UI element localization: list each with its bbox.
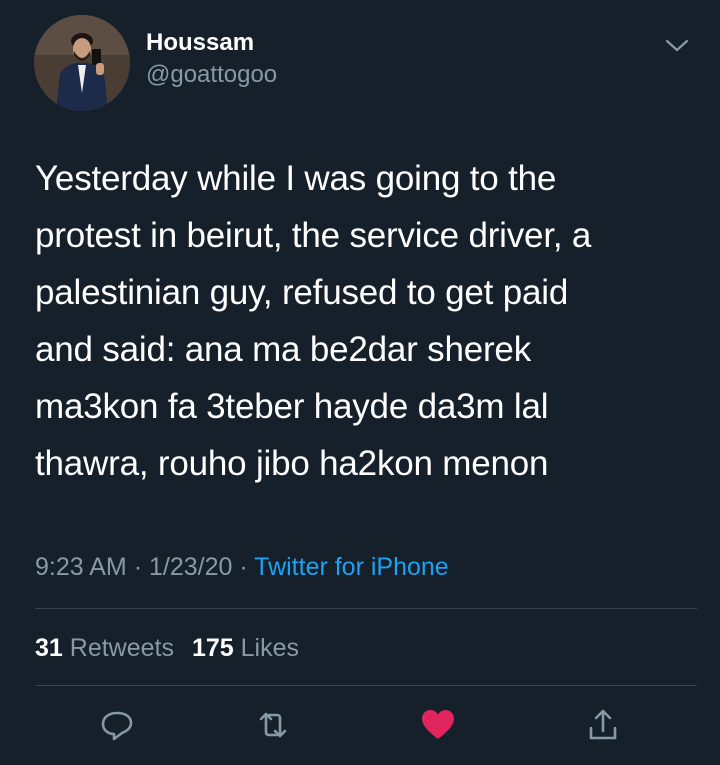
tweet-text-line: thawra, rouho jibo ha2kon menon [35,444,549,483]
action-bar [0,700,720,750]
tweet-text-line: and said: ana ma be2dar sherek [35,330,531,369]
display-name[interactable]: Houssam [146,28,277,58]
tweet-text-line: protest in beirut, the service driver, a [35,216,592,255]
tweet-date[interactable]: 1/23/20 [149,553,232,581]
tweet-time[interactable]: 9:23 AM [35,553,127,581]
tweet-source-link[interactable]: Twitter for iPhone [254,553,449,581]
heart-icon[interactable] [418,705,458,745]
tweet-stats: 31 Retweets 175 Likes [35,631,299,665]
tweet-card: Houssam @goattogoo Yesterday while I was… [0,0,720,765]
retweets-stat[interactable]: 31 Retweets [35,634,174,662]
retweet-icon[interactable] [253,705,293,745]
meta-separator: · [133,553,143,581]
retweets-count: 31 [35,634,63,662]
tweet-metadata: 9:23 AM · 1/23/20 · Twitter for iPhone [35,550,449,584]
avatar[interactable] [34,15,130,111]
tweet-text-line: Yesterday while I was going to the [35,159,557,198]
chevron-down-icon[interactable] [664,36,690,54]
likes-stat[interactable]: 175 Likes [192,634,299,662]
tweet-text: Yesterday while I was going to the prote… [35,150,695,492]
share-icon[interactable] [583,705,623,745]
avatar-photo [34,15,130,111]
meta-separator: · [239,553,248,581]
user-names[interactable]: Houssam @goattogoo [146,28,277,92]
tweet-text-line: ma3kon fa 3teber hayde da3m lal [35,387,549,426]
user-handle[interactable]: @goattogoo [146,58,277,92]
reply-icon[interactable] [97,705,137,745]
divider [35,685,697,686]
tweet-header: Houssam @goattogoo [0,0,720,130]
retweets-label: Retweets [69,634,174,662]
likes-count: 175 [191,634,234,662]
likes-label: Likes [240,634,300,662]
divider [35,608,697,609]
tweet-text-line: palestinian guy, refused to get paid [35,273,569,312]
